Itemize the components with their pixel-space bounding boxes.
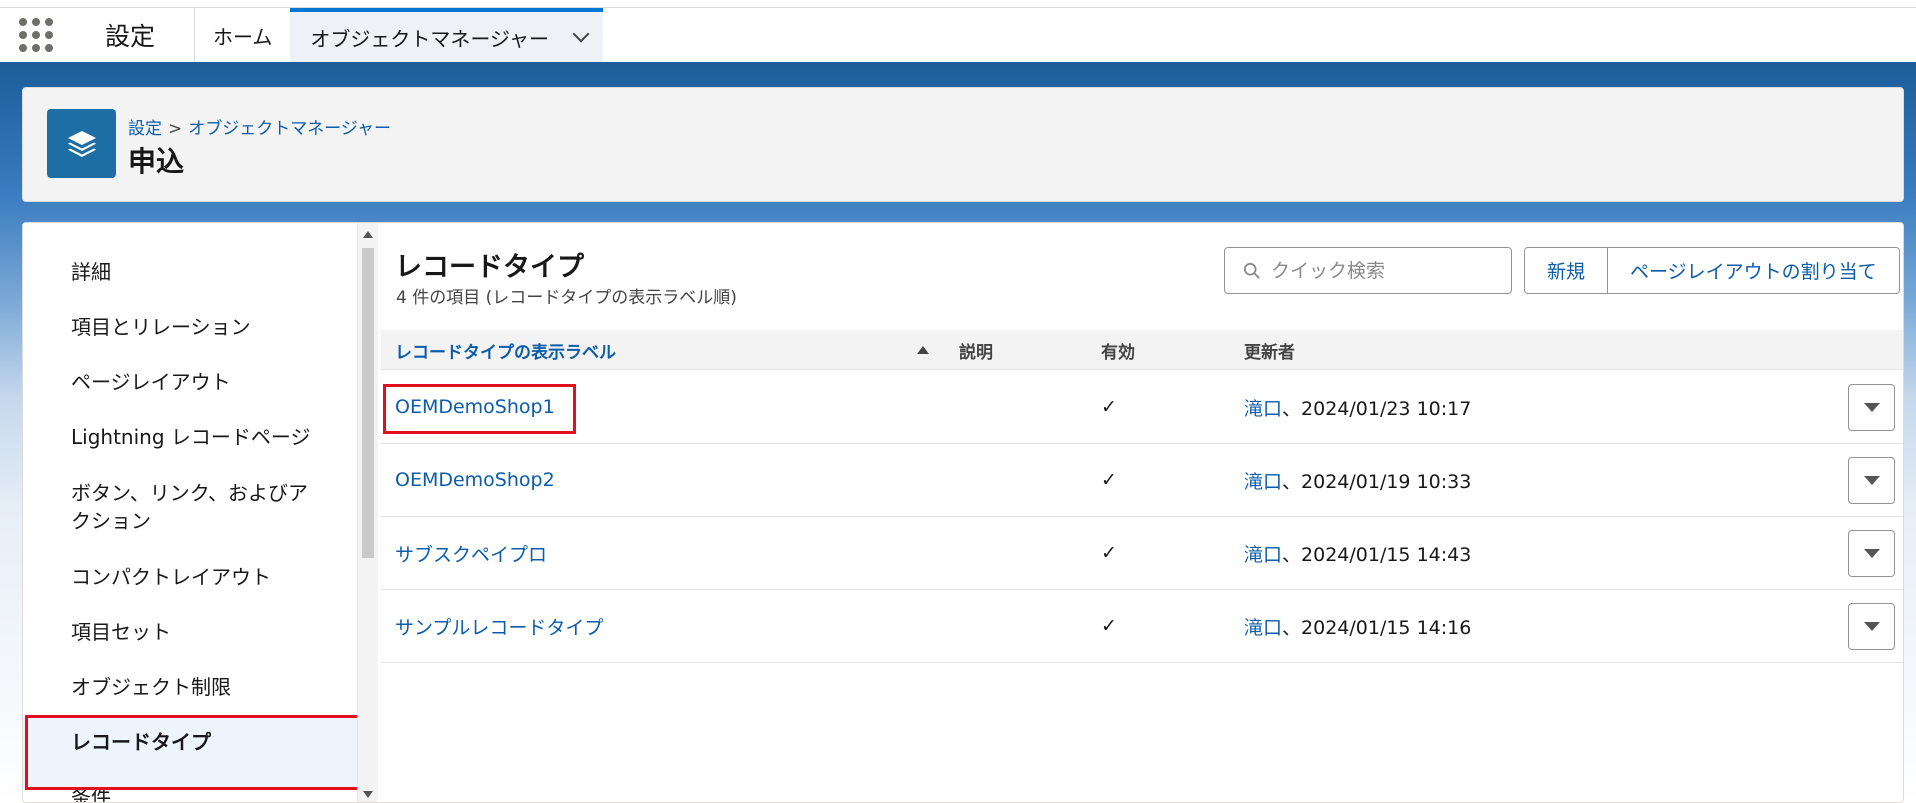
- highlight-box-oemdemoshop1: [383, 384, 576, 434]
- active-check-icon: ✓: [1101, 615, 1117, 637]
- page-title: 申込: [128, 145, 185, 178]
- sort-ascending-icon[interactable]: [917, 346, 929, 354]
- dropdown-icon: [1863, 476, 1880, 485]
- updated-by-user-link[interactable]: 滝口: [1244, 613, 1282, 640]
- updated-by-cell: 滝口 、2024/01/23 10:17: [1244, 371, 1471, 443]
- tab-object-manager[interactable]: オブジェクトマネージャー: [290, 8, 604, 62]
- app-launcher-icon[interactable]: [0, 8, 72, 62]
- tab-home[interactable]: ホーム: [195, 8, 290, 62]
- table-row: OEMDemoShop2 ✓ 滝口 、2024/01/19 10:33: [381, 444, 1903, 517]
- quick-search-field[interactable]: [1271, 259, 1511, 282]
- top-navigation-bar: 設定 ホーム オブジェクトマネージャー: [0, 7, 1916, 62]
- updated-by-cell: 滝口 、2024/01/15 14:43: [1244, 517, 1471, 589]
- breadcrumb-setup-link[interactable]: 設定: [128, 119, 162, 139]
- section-title: レコードタイプ: [395, 252, 584, 283]
- quick-search-input[interactable]: [1224, 247, 1512, 294]
- scroll-up-icon[interactable]: [363, 231, 373, 238]
- sidebar-item-compact-layouts[interactable]: コンパクトレイアウト: [71, 563, 321, 591]
- new-button[interactable]: 新規: [1525, 248, 1608, 293]
- row-actions-button[interactable]: [1848, 457, 1895, 504]
- updated-by-cell: 滝口 、2024/01/19 10:33: [1244, 444, 1471, 516]
- column-header-description[interactable]: 説明: [959, 330, 993, 370]
- table-row: サンプルレコードタイプ ✓ 滝口 、2024/01/15 14:16: [381, 590, 1903, 663]
- sidebar-item-object-limits[interactable]: オブジェクト制限: [71, 673, 321, 701]
- sidebar-item-page-layouts[interactable]: ページレイアウト: [71, 368, 321, 396]
- sidebar-item-buttons-links-actions[interactable]: ボタン、リンク、およびアクション: [71, 479, 311, 535]
- updated-by-user-link[interactable]: 滝口: [1244, 540, 1282, 567]
- sidebar-scrollbar[interactable]: [358, 223, 378, 802]
- breadcrumb: 設定 > オブジェクトマネージャー: [128, 114, 391, 139]
- sidebar-item-field-sets[interactable]: 項目セット: [71, 618, 321, 646]
- column-header-updated-by[interactable]: 更新者: [1244, 330, 1295, 370]
- dropdown-icon: [1863, 549, 1880, 558]
- updated-by-user-link[interactable]: 滝口: [1244, 394, 1282, 421]
- record-type-link[interactable]: サブスクペイプロ: [395, 517, 547, 589]
- sidebar: 詳細 項目とリレーション ページレイアウト Lightning レコードページ …: [23, 223, 358, 802]
- page-layout-assignment-button[interactable]: ページレイアウトの割り当て: [1607, 248, 1899, 293]
- row-actions-button[interactable]: [1848, 530, 1895, 577]
- sidebar-item-fields-relationships[interactable]: 項目とリレーション: [71, 313, 321, 341]
- active-check-icon: ✓: [1101, 469, 1117, 491]
- dropdown-icon: [1863, 403, 1880, 412]
- breadcrumb-object-manager-link[interactable]: オブジェクトマネージャー: [188, 119, 391, 139]
- updated-at: 、2024/01/15 14:43: [1282, 543, 1472, 566]
- record-types-section: レコードタイプ 4 件の項目 (レコードタイプの表示ラベル順) 新規 ページレイ…: [381, 223, 1903, 802]
- column-header-label[interactable]: レコードタイプの表示ラベル: [395, 330, 616, 370]
- section-subtitle: 4 件の項目 (レコードタイプの表示ラベル順): [396, 288, 737, 308]
- highlight-box-record-types: [25, 715, 357, 790]
- updated-by-user-link[interactable]: 滝口: [1244, 467, 1282, 494]
- row-actions-button[interactable]: [1848, 603, 1895, 650]
- app-name: 設定: [72, 8, 195, 62]
- updated-at: 、2024/01/15 14:16: [1282, 616, 1472, 639]
- scroll-thumb[interactable]: [362, 248, 374, 558]
- main-panel: 詳細 項目とリレーション ページレイアウト Lightning レコードページ …: [22, 222, 1904, 803]
- record-type-link[interactable]: OEMDemoShop2: [395, 444, 555, 516]
- chevron-down-icon[interactable]: [572, 25, 590, 43]
- dropdown-icon: [1863, 622, 1880, 631]
- updated-at: 、2024/01/23 10:17: [1282, 397, 1472, 420]
- row-actions-button[interactable]: [1848, 384, 1895, 431]
- scroll-down-icon[interactable]: [363, 791, 373, 798]
- tab-object-manager-label: オブジェクトマネージャー: [310, 26, 550, 51]
- record-type-link[interactable]: サンプルレコードタイプ: [395, 590, 603, 662]
- object-header: 設定 > オブジェクトマネージャー 申込: [22, 87, 1904, 202]
- updated-by-cell: 滝口 、2024/01/15 14:16: [1244, 590, 1471, 662]
- layers-icon: [47, 109, 116, 178]
- sidebar-item-lightning-record-pages[interactable]: Lightning レコードページ: [71, 423, 321, 451]
- sidebar-item-details[interactable]: 詳細: [71, 258, 321, 286]
- active-check-icon: ✓: [1101, 396, 1117, 418]
- column-header-active[interactable]: 有効: [1101, 330, 1135, 370]
- table-row: OEMDemoShop1 ✓ 滝口 、2024/01/23 10:17: [381, 371, 1903, 444]
- table-header: レコードタイプの表示ラベル 説明 有効 更新者: [381, 330, 1903, 370]
- breadcrumb-separator: >: [168, 119, 183, 139]
- active-check-icon: ✓: [1101, 542, 1117, 564]
- updated-at: 、2024/01/19 10:33: [1282, 470, 1472, 493]
- action-button-group: 新規 ページレイアウトの割り当て: [1524, 247, 1900, 294]
- table-row: サブスクペイプロ ✓ 滝口 、2024/01/15 14:43: [381, 517, 1903, 590]
- search-icon: [1243, 262, 1260, 279]
